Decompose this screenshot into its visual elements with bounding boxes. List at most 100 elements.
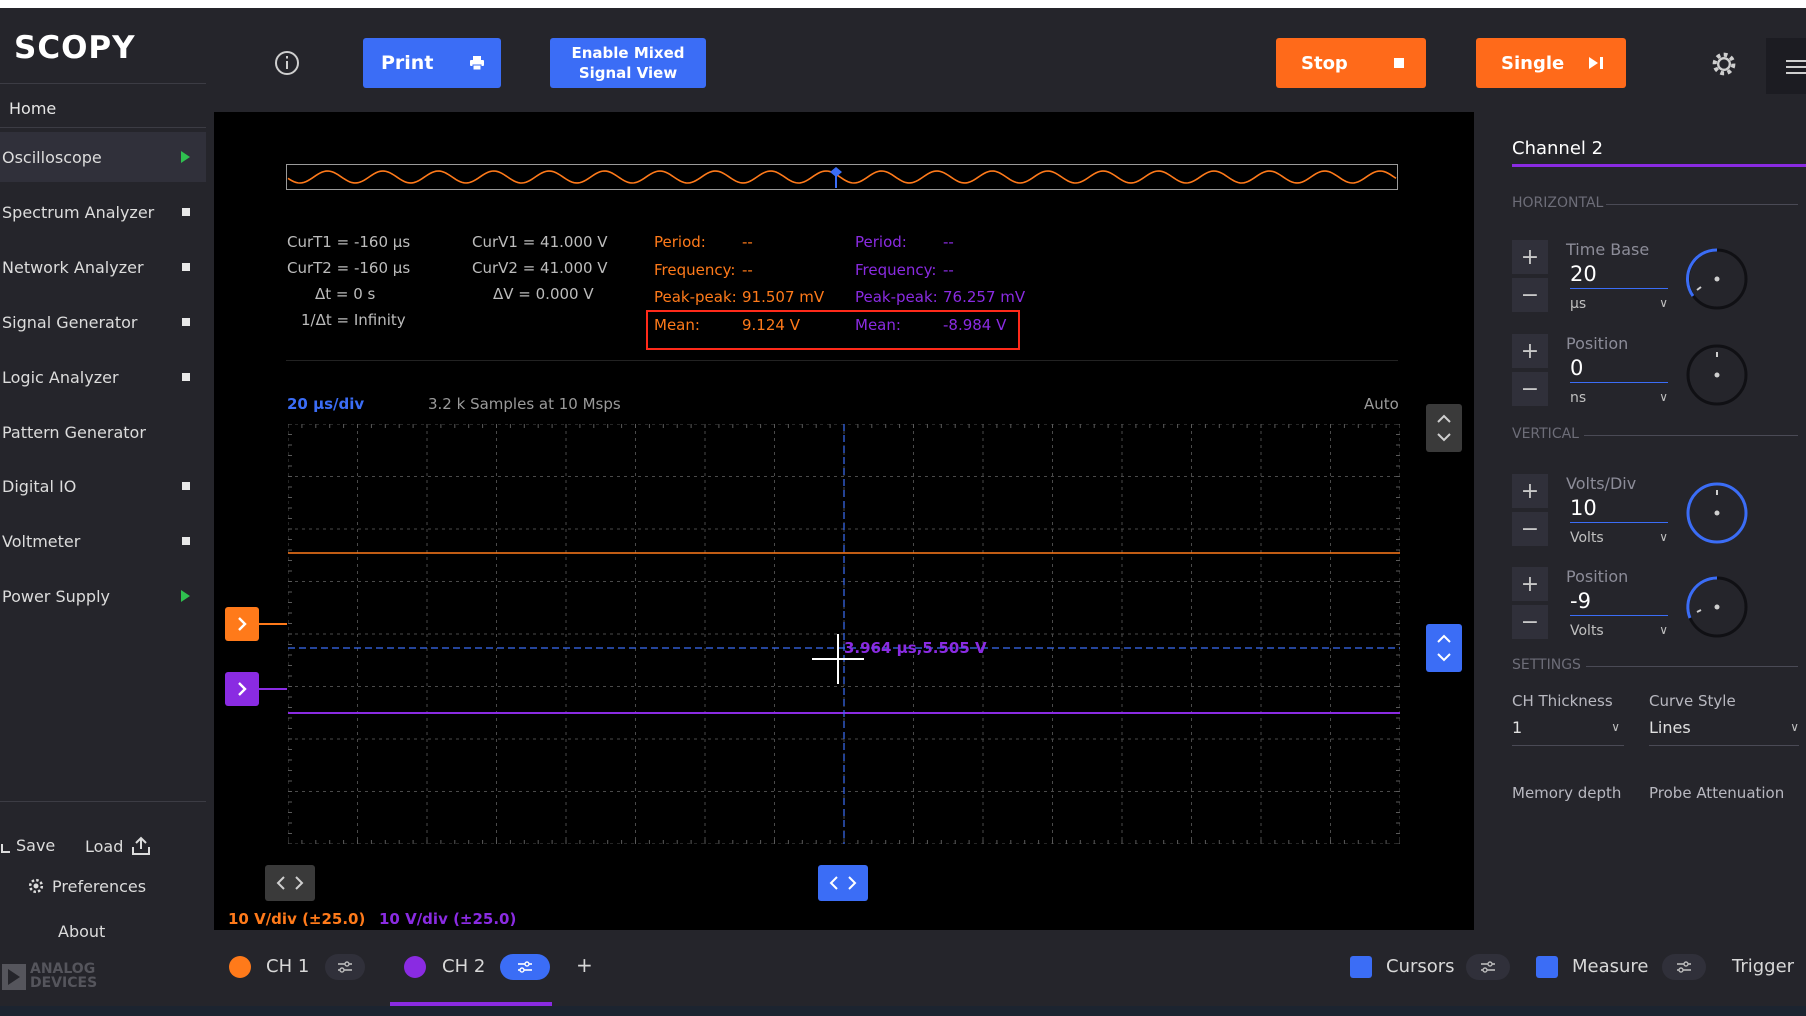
sidebar-item-label: Pattern Generator (2, 422, 146, 442)
delta-v-readout: ΔV = 0.000 V (493, 285, 594, 303)
save-button[interactable]: Save (0, 836, 55, 855)
print-button[interactable]: Print (363, 38, 501, 88)
ch1-frequency-label: Frequency: (654, 261, 736, 279)
single-label: Single (1501, 52, 1565, 74)
cursors-checkbox[interactable] (1350, 956, 1372, 978)
time-base-decrement-button[interactable]: − (1512, 278, 1548, 312)
vertical-scroll-handle[interactable] (1426, 404, 1462, 452)
stop-icon (182, 373, 190, 381)
sidebar-item-oscilloscope[interactable]: Oscilloscope (0, 132, 206, 182)
sidebar-item-home[interactable]: Home (9, 99, 56, 118)
add-channel-button[interactable]: + (576, 953, 593, 977)
ch2-settings-button[interactable] (500, 954, 550, 980)
v-position-knob[interactable] (1684, 574, 1750, 640)
measure-label: Measure (1572, 956, 1649, 977)
v-position-input[interactable]: -9 (1570, 589, 1668, 616)
h-position-increment-button[interactable]: + (1512, 334, 1548, 368)
stop-button[interactable]: Stop (1276, 38, 1426, 88)
enable-mixed-signal-view-button[interactable]: Enable Mixed Signal View (550, 38, 706, 88)
ch1-period-value: -- (742, 233, 753, 251)
volts-div-knob[interactable] (1684, 480, 1750, 546)
load-label: Load (85, 836, 124, 856)
h-position-unit: ns (1570, 390, 1587, 406)
ch1-frequency-value: -- (742, 261, 753, 279)
stop-icon (182, 482, 190, 490)
volts-div-increment-button[interactable]: + (1512, 474, 1548, 508)
divider (1586, 666, 1798, 667)
info-icon[interactable] (274, 50, 300, 76)
sidebar-item-network-analyzer[interactable]: Network Analyzer (0, 242, 206, 292)
ch1-enable-toggle[interactable] (229, 956, 251, 978)
volts-div-input[interactable]: 10 (1570, 496, 1668, 523)
measure-settings-button[interactable] (1662, 954, 1706, 980)
stop-icon (1394, 58, 1404, 68)
trigger-position-handle[interactable] (818, 865, 868, 901)
volts-div-decrement-button[interactable]: − (1512, 512, 1548, 546)
preferences-label: Preferences (52, 876, 147, 896)
load-button[interactable]: Load (85, 836, 151, 856)
ch2-enable-toggle[interactable] (404, 956, 426, 978)
h-position-knob[interactable] (1684, 342, 1750, 408)
ch2-scale-label: 10 V/div (±25.0) (379, 910, 517, 928)
stop-icon (182, 208, 190, 216)
horizontal-scroll-handle[interactable] (265, 865, 315, 901)
preferences-button[interactable]: Preferences (26, 876, 146, 896)
ch2-peak-peak-value: 76.257 mV (943, 288, 1026, 306)
trigger-level-handle[interactable] (1426, 624, 1462, 672)
sidebar-item-digital-io[interactable]: Digital IO (0, 461, 206, 511)
sidebar-item-label: Logic Analyzer (2, 367, 119, 387)
panel-title-underline (1512, 164, 1806, 167)
curv2-readout: CurV2 = 41.000 V (472, 259, 608, 277)
v-position-unit-select[interactable]: Volts ∨ (1570, 623, 1668, 639)
sidebar-item-logic-analyzer[interactable]: Logic Analyzer (0, 352, 206, 402)
gear-icon (28, 878, 44, 894)
panel-title: Channel 2 (1512, 138, 1604, 159)
ch1-offset-handle[interactable] (225, 607, 259, 641)
sidebar-item-pattern-generator[interactable]: Pattern Generator (0, 407, 206, 457)
time-base-label: Time Base (1566, 240, 1650, 259)
time-base-knob[interactable] (1684, 246, 1750, 312)
ch1-settings-button[interactable] (325, 954, 365, 980)
triangle-logo-icon (2, 964, 26, 990)
about-button[interactable]: About (58, 922, 105, 941)
v-position-increment-button[interactable]: + (1512, 567, 1548, 601)
channel-settings-panel: Channel 2 HORIZONTAL + − Time Base 20 µs… (1474, 112, 1806, 930)
sidebar-item-power-supply[interactable]: Power Supply (0, 571, 206, 621)
ch2-label[interactable]: CH 2 (442, 956, 485, 977)
buffer-preview[interactable] (286, 164, 1398, 190)
menu-icon (1786, 60, 1806, 74)
sidebar-item-spectrum-analyzer[interactable]: Spectrum Analyzer (0, 187, 206, 237)
sidebar-item-label: Network Analyzer (2, 257, 144, 277)
chevron-down-icon: ∨ (1659, 296, 1668, 310)
menu-button[interactable] (1766, 38, 1806, 94)
h-position-decrement-button[interactable]: − (1512, 372, 1548, 406)
settings-gear-icon[interactable] (1710, 50, 1738, 78)
ch-thickness-select[interactable]: 1 ∨ (1512, 718, 1624, 746)
samples-label: 3.2 k Samples at 10 Msps (428, 395, 621, 413)
single-button[interactable]: Single (1476, 38, 1626, 88)
sidebar-item-signal-generator[interactable]: Signal Generator (0, 297, 206, 347)
measure-checkbox[interactable] (1536, 956, 1558, 978)
chevron-down-icon: ∨ (1659, 390, 1668, 404)
h-position-input[interactable]: 0 (1570, 356, 1668, 383)
v-position-decrement-button[interactable]: − (1512, 605, 1548, 639)
time-base-input[interactable]: 20 (1570, 262, 1668, 289)
ch1-label[interactable]: CH 1 (266, 956, 309, 977)
cursors-settings-button[interactable] (1466, 954, 1510, 980)
stop-icon (182, 263, 190, 271)
sidebar-item-voltmeter[interactable]: Voltmeter (0, 516, 206, 566)
ch2-offset-handle[interactable] (225, 672, 259, 706)
time-base-increment-button[interactable]: + (1512, 240, 1548, 274)
ch1-handle-line (259, 623, 287, 625)
scopy-window: SCOPY Home Oscilloscope Spectrum Analyze… (0, 8, 1806, 1006)
channel-bar: CH 1 CH 2 + Cursors Measure Trigger (214, 930, 1806, 1006)
curve-style-select[interactable]: Lines ∨ (1649, 718, 1799, 746)
h-position-unit-select[interactable]: ns ∨ (1570, 390, 1668, 406)
trigger-button[interactable]: Trigger (1732, 956, 1794, 977)
vendor-line-2: DEVICES (30, 975, 98, 991)
divider (0, 801, 206, 802)
graticule[interactable] (288, 424, 1400, 844)
sliders-icon (338, 961, 352, 973)
time-base-unit-select[interactable]: µs ∨ (1570, 296, 1668, 312)
volts-div-unit-select[interactable]: Volts ∨ (1570, 530, 1668, 546)
